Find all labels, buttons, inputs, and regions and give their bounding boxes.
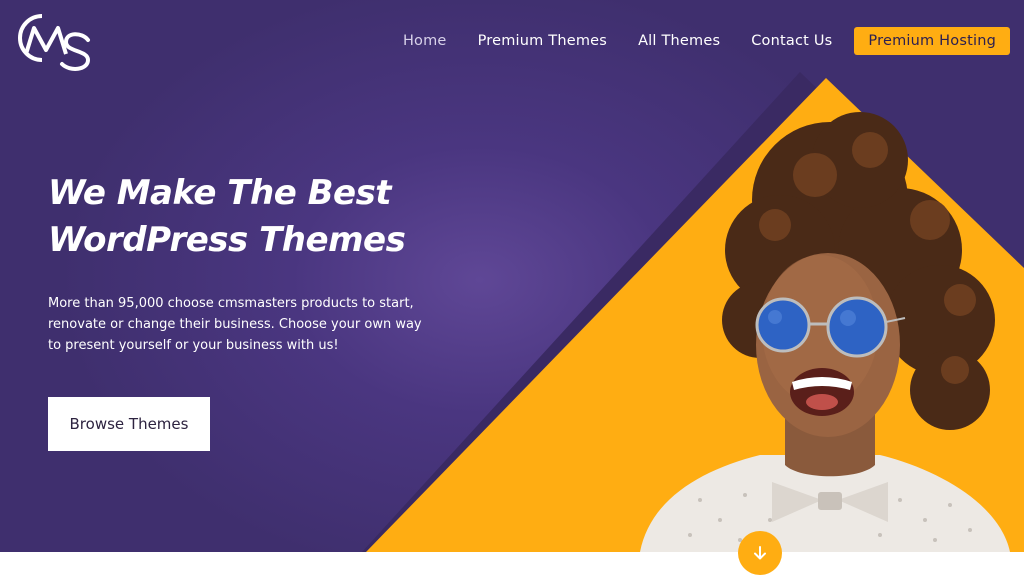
nav-item-home[interactable]: Home: [403, 26, 447, 56]
hero-subtext: More than 95,000 choose cmsmasters produ…: [48, 293, 448, 356]
scroll-down-button[interactable]: [738, 531, 782, 575]
premium-hosting-button[interactable]: Premium Hosting: [854, 27, 1010, 55]
content-area-top: [0, 552, 1024, 576]
cms-logo-icon: [18, 14, 91, 71]
nav-item-all-themes[interactable]: All Themes: [638, 26, 720, 56]
hero-subtext-line-2: renovate or change their business. Choos…: [48, 317, 422, 332]
nav-item-premium-themes[interactable]: Premium Themes: [478, 26, 608, 56]
arrow-down-icon: [754, 546, 766, 560]
nav-item-contact-us[interactable]: Contact Us: [751, 26, 832, 56]
main-nav: Home Premium Themes All Themes Contact U…: [372, 26, 1010, 56]
browse-themes-button[interactable]: Browse Themes: [48, 397, 210, 451]
hero-headline: We Make The Best WordPress Themes: [48, 170, 488, 264]
hero-subtext-line-1: More than 95,000 choose cmsmasters produ…: [48, 296, 414, 311]
hero-headline-line-1: We Make The Best: [48, 173, 392, 213]
cms-logo[interactable]: [12, 10, 92, 72]
hero-headline-line-2: WordPress Themes: [48, 220, 406, 260]
hero-subtext-line-3: to present yourself or your business wit…: [48, 338, 339, 353]
hero-illustration: [362, 72, 1024, 552]
hero-section: Home Premium Themes All Themes Contact U…: [0, 0, 1024, 552]
